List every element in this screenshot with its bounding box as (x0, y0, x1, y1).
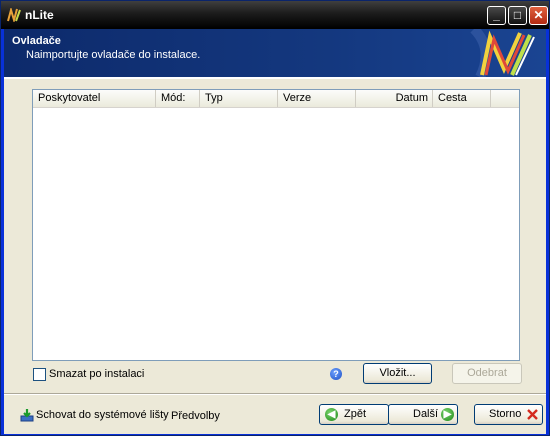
next-label: Další (413, 408, 439, 420)
cancel-button[interactable]: Storno (474, 404, 543, 425)
page-header: Ovladače Naimportujte ovladače do instal… (4, 29, 546, 77)
close-button[interactable]: ✕ (529, 6, 548, 25)
maximize-button[interactable]: □ (508, 6, 527, 25)
delete-after-install-label: Smazat po instalaci (49, 368, 145, 380)
client-area: Ovladače Naimportujte ovladače do instal… (4, 29, 546, 434)
minimize-button[interactable]: _ (487, 6, 506, 25)
tray-download-icon (20, 409, 34, 422)
back-label: Zpět (344, 408, 367, 420)
close-icon: ✕ (533, 8, 544, 22)
column-mode[interactable]: Mód: (156, 90, 200, 107)
next-button[interactable]: Další ▶ (388, 404, 458, 425)
header-divider (4, 77, 546, 79)
insert-button[interactable]: Vložit... (363, 363, 432, 384)
preferences-link[interactable]: Předvolby (171, 410, 220, 422)
column-date[interactable]: Datum (356, 90, 433, 107)
page-subtitle: Naimportujte ovladače do instalace. (26, 49, 201, 61)
column-type[interactable]: Typ (200, 90, 278, 107)
title-bar[interactable]: nLite _ □ ✕ (1, 1, 549, 29)
cancel-label: Storno (489, 408, 522, 420)
drivers-list[interactable]: Poskytovatel Mód: Typ Verze Datum Cesta (32, 89, 520, 361)
arrow-left-icon: ◀ (325, 408, 338, 421)
app-window: nLite _ □ ✕ Ovladače Naimportujte ovlada… (0, 0, 550, 436)
footer-divider (4, 393, 546, 395)
cancel-x-icon (527, 409, 538, 420)
hide-to-tray-label: Schovat do systémové lišty (36, 409, 169, 421)
column-provider[interactable]: Poskytovatel (33, 90, 156, 107)
help-icon[interactable]: ? (330, 368, 342, 380)
nlite-logo-icon (7, 8, 21, 22)
minimize-icon: _ (493, 8, 500, 22)
page-title: Ovladače (12, 35, 61, 47)
maximize-icon: □ (513, 8, 522, 22)
arrow-right-icon: ▶ (441, 408, 454, 421)
remove-button[interactable]: Odebrat (452, 363, 522, 384)
back-button[interactable]: ◀ Zpět (319, 404, 389, 425)
window-title: nLite (25, 8, 54, 22)
column-path[interactable]: Cesta (433, 90, 491, 107)
list-header: Poskytovatel Mód: Typ Verze Datum Cesta (33, 90, 519, 108)
column-version[interactable]: Verze (278, 90, 356, 107)
delete-after-install-checkbox[interactable] (33, 368, 46, 381)
nlite-banner-logo-icon (470, 29, 535, 77)
